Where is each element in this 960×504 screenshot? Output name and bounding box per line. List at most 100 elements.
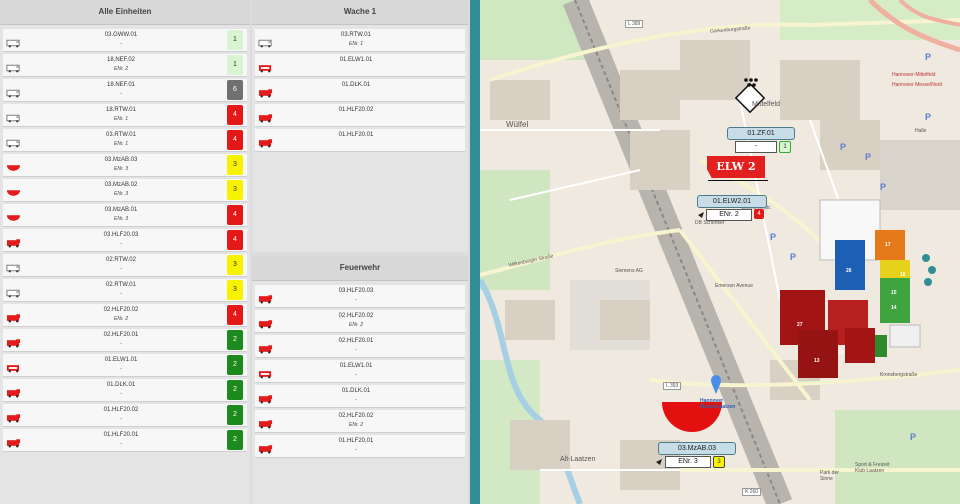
unit-enr: - xyxy=(120,266,122,272)
unit-enr: - xyxy=(120,241,122,247)
unit-row[interactable]: 02.HLF20.01 - xyxy=(255,335,465,358)
unit-enr: - xyxy=(120,441,122,447)
unit-row[interactable]: 01.HLF20.02 xyxy=(255,104,465,127)
unit-row[interactable]: 18.RTW.01 ENr. 1 4 xyxy=(3,104,247,127)
unit-row[interactable]: 03.HLF20.03 - 4 xyxy=(3,229,247,252)
place-label: Park der Sinne xyxy=(820,470,839,482)
unit-row[interactable]: 03.HLF20.03 - xyxy=(255,285,465,308)
ambulance-icon xyxy=(258,35,273,48)
map-unit-status: 1 xyxy=(779,141,791,153)
unit-row[interactable]: 01.HLF20.01 - 2 xyxy=(3,429,247,452)
status-badge: 2 xyxy=(227,430,243,450)
unit-enr: - xyxy=(355,372,357,378)
unit-name: 03.HLF20.03 xyxy=(103,232,139,238)
unit-row[interactable]: 02.HLF20.01 - 2 xyxy=(3,329,247,352)
all-units-title: Alle Einheiten xyxy=(0,0,250,25)
unit-name: 02.HLF20.02 xyxy=(338,313,374,319)
fire-truck-icon xyxy=(6,335,21,348)
map-unit-label[interactable]: 01.ELW2.01 xyxy=(697,195,767,208)
hall-number: 15 xyxy=(891,290,897,296)
unit-row[interactable]: 03.MzAB.03 ENr. 3 3 xyxy=(3,154,247,177)
unit-name: 01.DLK.01 xyxy=(341,388,371,394)
unit-name: 01.DLK.01 xyxy=(106,382,136,388)
svg-text:P: P xyxy=(910,432,916,442)
unit-name: 01.HLF20.01 xyxy=(103,432,139,438)
unit-row[interactable]: 01.DLK.01 - xyxy=(255,385,465,408)
hall-number: 16 xyxy=(900,272,906,278)
unit-row[interactable]: 18.NEF.02 ENr. 2 1 xyxy=(3,54,247,77)
wache-panel: Wache 1 03.RTW.01 ENr. 1 01.ELW1.01 01.DLK.… xyxy=(252,0,468,252)
fire-truck-icon xyxy=(6,310,21,323)
unit-row[interactable]: 01.ELW1.01 xyxy=(255,54,465,77)
all-units-list: 03.GWW.01-1 18.NEF.02 ENr. 2 1 18.NEF.01-6 18… xyxy=(0,25,250,452)
unit-row[interactable]: 18.NEF.01 - 6 xyxy=(3,79,247,102)
svg-text:P: P xyxy=(925,112,931,122)
unit-row[interactable]: 02.RTW.02 - 3 xyxy=(3,254,247,277)
map-unit-label[interactable]: 03.MzAB.03 xyxy=(658,442,736,455)
map-unit-enr: ENr. 3 xyxy=(665,456,711,468)
unit-enr: - xyxy=(120,416,122,422)
unit-name: 03.RTW.01 xyxy=(341,32,371,38)
unit-row[interactable]: 02.HLF20.02 ENr. 2 xyxy=(255,310,465,333)
place-label: Halle xyxy=(915,128,927,134)
unit-row[interactable]: 02.HLF20.02 ENr. 2 xyxy=(255,410,465,433)
unit-name: 01.DLK.01 xyxy=(341,82,371,88)
unit-row[interactable]: 02.RTW.01 - 3 xyxy=(3,279,247,302)
unit-enr: - xyxy=(120,341,122,347)
unit-name: 03.MzAB.03 xyxy=(104,157,138,163)
unit-row[interactable]: 01.HLF20.02 - 2 xyxy=(3,404,247,427)
place-label: Wülfel xyxy=(506,120,529,129)
unit-name: 01.ELW1.01 xyxy=(339,57,373,63)
unit-row[interactable]: 01.DLK.01 - 2 xyxy=(3,379,247,402)
boat-icon xyxy=(6,185,21,196)
unit-row[interactable]: 01.ELW1.01 - 2 xyxy=(3,354,247,377)
unit-enr: - xyxy=(355,447,357,453)
unit-name: 03.RTW.01 xyxy=(106,132,136,138)
unit-enr: ENr. 2 xyxy=(349,322,363,328)
ambulance-icon xyxy=(6,110,21,123)
status-badge: 3 xyxy=(227,255,243,275)
status-badge: 4 xyxy=(227,105,243,125)
elw2-wheels xyxy=(708,180,768,187)
unit-enr: ENr. 1 xyxy=(114,116,128,122)
fire-truck-icon xyxy=(6,435,21,448)
fire-truck-icon xyxy=(6,360,21,373)
unit-row[interactable]: 01.HLF20.01 - xyxy=(255,435,465,458)
fire-truck-icon xyxy=(6,235,21,248)
map-unit-label[interactable]: 01.ZF.01 xyxy=(727,127,795,140)
unit-row[interactable]: 03.MzAB.02 ENr. 3 3 xyxy=(3,179,247,202)
hall-number: 17 xyxy=(885,242,891,248)
unit-row[interactable]: 01.DLK.01 xyxy=(255,79,465,102)
place-label: Siemens AG xyxy=(615,268,643,274)
unit-row[interactable]: 03.RTW.01 ENr. 1 xyxy=(255,29,465,52)
unit-row[interactable]: 02.HLF20.02 ENr. 2 4 xyxy=(3,304,247,327)
unit-enr: - xyxy=(355,397,357,403)
unit-name: 02.HLF20.02 xyxy=(338,413,374,419)
unit-enr: - xyxy=(120,391,122,397)
unit-name: 03.MzAB.02 xyxy=(104,182,138,188)
ambulance-icon xyxy=(6,85,21,98)
feuerwehr-panel: Feuerwehr 03.HLF20.03-02.HLF20.02 ENr. 20… xyxy=(252,256,468,504)
fire-truck-icon xyxy=(258,341,273,354)
panel-divider[interactable] xyxy=(470,0,480,504)
wache-title: Wache 1 xyxy=(252,0,468,25)
unit-row[interactable]: 03.MzAB.01 ENr. 3 4 xyxy=(3,204,247,227)
street-label: Kronsbergstraße xyxy=(880,372,918,378)
place-label: Sport & Freizeit Klub Laatzen xyxy=(855,462,890,474)
unit-enr: ENr. 2 xyxy=(349,422,363,428)
unit-row[interactable]: 03.RTW.01 ENr. 1 4 xyxy=(3,129,247,152)
map-unit-status: 3 xyxy=(713,456,725,468)
unit-name: 18.NEF.01 xyxy=(106,82,136,88)
status-badge: 2 xyxy=(227,380,243,400)
svg-text:P: P xyxy=(790,252,796,262)
unit-row[interactable]: 01.HLF20.01 xyxy=(255,129,465,152)
unit-enr: - xyxy=(120,91,122,97)
elw2-vehicle-marker[interactable]: ELW 2 xyxy=(707,156,765,178)
feuerwehr-title: Feuerwehr xyxy=(252,256,468,281)
map-view[interactable]: P P P P P P P P L 389 Garkenburgstraße W… xyxy=(480,0,960,504)
status-badge: 3 xyxy=(227,155,243,175)
status-badge: 3 xyxy=(227,180,243,200)
unit-row[interactable]: 01.ELW1.01 - xyxy=(255,360,465,383)
fire-truck-icon xyxy=(258,366,273,379)
unit-row[interactable]: 03.GWW.01 - 1 xyxy=(3,29,247,52)
